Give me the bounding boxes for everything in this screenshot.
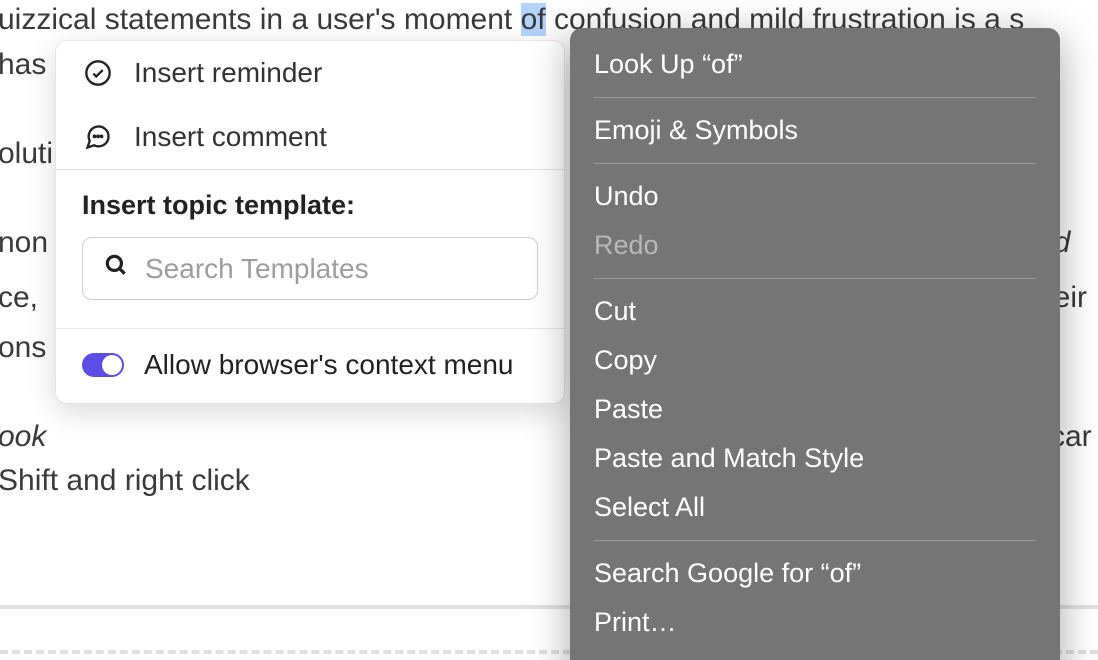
menu-item-lookup[interactable]: Look Up “of” [570, 40, 1060, 89]
menu-item-undo[interactable]: Undo [570, 172, 1060, 221]
os-context-menu: Look Up “of” Emoji & Symbols Undo Redo C… [570, 28, 1060, 660]
insert-comment-item[interactable]: Insert comment [56, 105, 564, 169]
bg-text-line: ce, [0, 280, 38, 316]
menu-item-paste[interactable]: Paste [570, 385, 1060, 434]
menu-item-print[interactable]: Print… [570, 598, 1060, 647]
allow-context-menu-row[interactable]: Allow browser's context menu [56, 329, 564, 403]
menu-item-translate[interactable]: Translate Selection to English [570, 647, 1060, 660]
menu-item-select-all[interactable]: Select All [570, 483, 1060, 532]
insert-reminder-item[interactable]: Insert reminder [56, 41, 564, 105]
bg-text-line: ons [0, 330, 46, 366]
bg-text-line: Shift and right click [0, 463, 250, 499]
template-search-input[interactable] [145, 253, 517, 285]
template-section: Insert topic template: [56, 170, 564, 328]
template-heading: Insert topic template: [82, 190, 538, 221]
bg-text-line: non [0, 225, 48, 261]
search-icon [103, 252, 129, 285]
insert-reminder-label: Insert reminder [134, 57, 322, 89]
bg-text-line: oluti [0, 136, 53, 172]
divider [594, 97, 1036, 98]
template-search-box[interactable] [82, 237, 538, 300]
menu-item-copy[interactable]: Copy [570, 336, 1060, 385]
bg-text-line: ook [0, 419, 46, 455]
insert-popover: Insert reminder Insert comment Insert to… [55, 40, 565, 404]
insert-comment-label: Insert comment [134, 121, 327, 153]
allow-context-menu-label: Allow browser's context menu [144, 349, 514, 381]
menu-item-search-google[interactable]: Search Google for “of” [570, 549, 1060, 598]
menu-item-redo: Redo [570, 221, 1060, 270]
allow-context-menu-toggle[interactable] [82, 353, 124, 377]
menu-item-cut[interactable]: Cut [570, 287, 1060, 336]
menu-item-paste-match[interactable]: Paste and Match Style [570, 434, 1060, 483]
divider [594, 540, 1036, 541]
divider [594, 163, 1036, 164]
comment-icon [82, 121, 114, 153]
check-circle-icon [82, 57, 114, 89]
menu-item-emoji[interactable]: Emoji & Symbols [570, 106, 1060, 155]
divider [594, 278, 1036, 279]
bg-text-line: has [0, 47, 46, 83]
